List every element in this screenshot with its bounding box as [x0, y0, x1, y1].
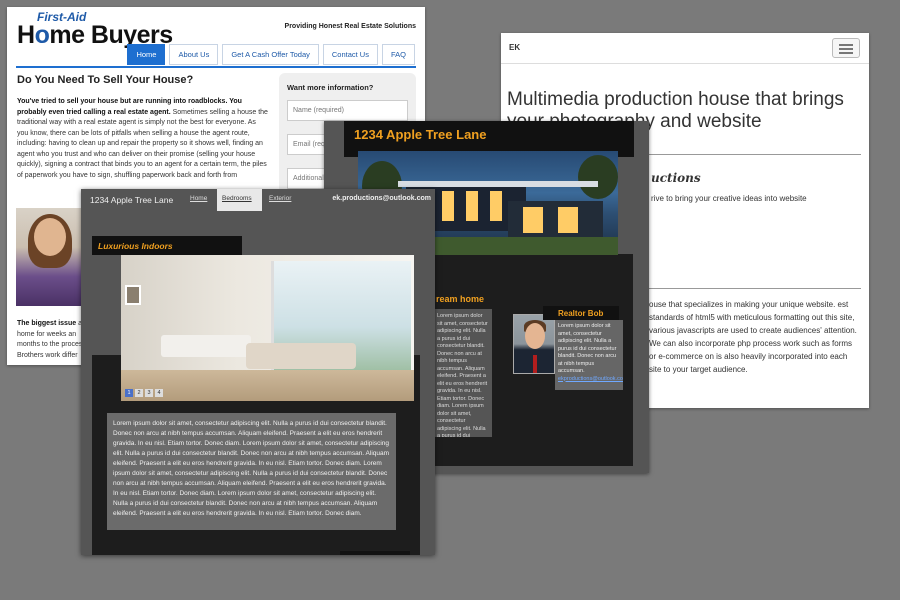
photo-window	[442, 191, 454, 221]
tagline: Providing Honest Real Estate Solutions	[284, 23, 416, 30]
footer-bar	[340, 551, 410, 555]
site-title: 1234 Apple Tree Lane	[90, 195, 174, 205]
nav-home[interactable]: Home	[127, 44, 166, 65]
about-paragraph: ouse that specializes in making your uni…	[649, 300, 857, 374]
dream-home-heading: ream home	[436, 294, 485, 304]
realtor-text: Lorem ipsum dolor sit amet, consectetur …	[558, 323, 617, 374]
realtor-email-link[interactable]: ekproductions@outlook.com	[558, 376, 623, 384]
top-nav: 1234 Apple Tree Lane Home Bedrooms Exter…	[81, 189, 435, 211]
bedrooms-site-panel: 1234 Apple Tree Lane Home Bedrooms Exter…	[81, 189, 435, 555]
realtor-info: Lorem ipsum dolor sit amet, consectetur …	[555, 320, 623, 390]
realtor-name: Realtor Bob	[543, 306, 619, 320]
nav-about-us[interactable]: About Us	[169, 44, 219, 65]
nav-faq[interactable]: FAQ	[381, 44, 415, 65]
navbar: EK	[501, 33, 869, 64]
photo-window	[490, 191, 502, 221]
nav-divider	[16, 66, 416, 68]
photo-tie	[533, 355, 537, 373]
site-logo[interactable]: First-Aid Home Buyers	[17, 11, 173, 48]
nav-cash-offer[interactable]: Get A Cash Offer Today	[222, 44, 319, 65]
photo-window	[523, 207, 543, 233]
site-title: 1234 Apple Tree Lane	[354, 127, 487, 142]
slide-dot-3[interactable]: 3	[145, 389, 153, 397]
contact-email[interactable]: ek.productions@outlook.com	[332, 195, 431, 202]
photo-face	[525, 323, 545, 349]
nav-bedrooms[interactable]: Bedrooms	[222, 195, 252, 202]
logo-letter-h: H	[17, 21, 35, 49]
photo-tree	[578, 155, 618, 199]
form-title: Want more information?	[287, 83, 374, 92]
hamburger-line	[839, 48, 853, 50]
section-subtext: rive to bring your creative ideas into w…	[651, 194, 807, 203]
description-text: Lorem ipsum dolor sit amet, consectetur …	[107, 413, 396, 530]
photo-bed	[161, 335, 251, 357]
section-title: Luxurious Indoors	[98, 241, 173, 251]
nav-exterior[interactable]: Exterior	[269, 195, 291, 202]
page-title: Do You Need To Sell Your House?	[17, 74, 194, 86]
brand-name[interactable]: EK	[509, 43, 520, 52]
intro-paragraph: You've tried to sell your house but are …	[17, 97, 269, 181]
slideshow-pager: 1 2 3 4	[125, 389, 163, 397]
section-heading: uctions	[651, 171, 701, 185]
photo-floor	[121, 370, 414, 401]
logo-house-letter: o	[34, 21, 50, 49]
hamburger-line	[839, 44, 853, 46]
bedroom-photo	[121, 255, 414, 401]
name-field[interactable]: Name (required)	[287, 100, 408, 121]
intro-text: Sometimes selling a house the traditiona…	[17, 108, 268, 179]
photo-wall-art	[125, 285, 141, 305]
photo-window	[558, 207, 578, 233]
slide-dot-2[interactable]: 2	[135, 389, 143, 397]
hamburger-line	[839, 52, 853, 54]
photo-sofa	[246, 343, 356, 369]
realtor-photo	[513, 314, 555, 374]
slide-dot-4[interactable]: 4	[155, 389, 163, 397]
nav-home[interactable]: Home	[190, 195, 207, 202]
photo-face	[34, 218, 66, 256]
hamburger-menu-icon[interactable]	[832, 38, 860, 58]
main-nav: Home About Us Get A Cash Offer Today Con…	[127, 44, 415, 65]
nav-contact-us[interactable]: Contact Us	[322, 44, 378, 65]
description-column: Lorem ipsum dolor sit amet, consectetur …	[434, 309, 492, 437]
slide-dot-1[interactable]: 1	[125, 389, 133, 397]
photo-window	[466, 191, 478, 221]
big-issue-bold: The biggest issue	[17, 320, 77, 327]
big-issue-paragraph: The biggest issue a home for weeks an mo…	[17, 319, 87, 361]
